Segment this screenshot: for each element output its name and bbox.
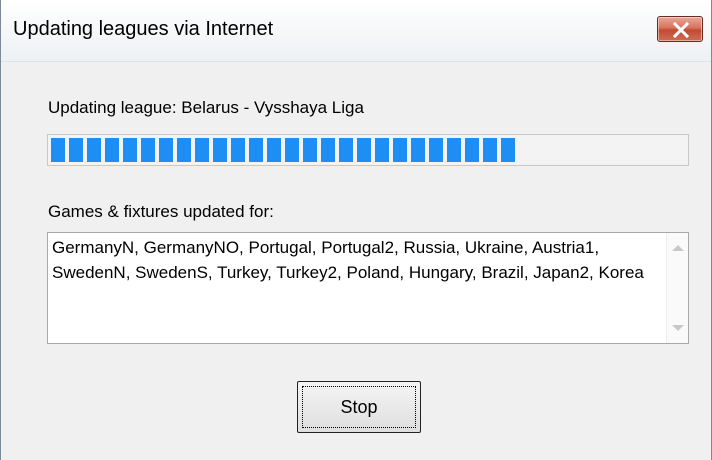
scroll-down-arrow-icon[interactable]	[672, 325, 684, 331]
updated-for-label: Games & fixtures updated for:	[48, 202, 274, 221]
progress-bar-fill	[51, 138, 515, 162]
updated-leagues-text: GermanyN, GermanyNO, Portugal, Portugal2…	[52, 238, 644, 282]
stop-button-label: Stop	[340, 397, 378, 417]
progress-bar	[47, 134, 689, 166]
vertical-scrollbar[interactable]	[666, 233, 688, 343]
stop-button[interactable]: Stop	[297, 381, 421, 433]
scroll-up-arrow-icon[interactable]	[672, 245, 684, 251]
dialog-window: Updating leagues via Internet Updating l…	[0, 0, 712, 460]
updating-league-label: Updating league: Belarus - Vysshaya Liga	[48, 98, 364, 117]
window-title: Updating leagues via Internet	[13, 18, 274, 40]
close-button[interactable]	[657, 16, 703, 42]
updated-leagues-textbox[interactable]: GermanyN, GermanyNO, Portugal, Portugal2…	[47, 232, 689, 344]
close-icon	[672, 21, 690, 39]
title-bar[interactable]: Updating leagues via Internet	[1, 0, 711, 62]
